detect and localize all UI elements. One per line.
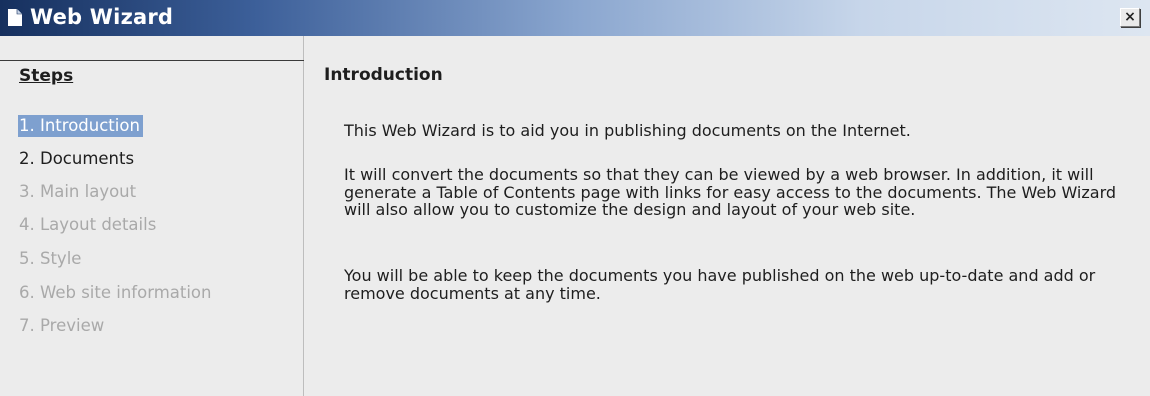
close-button[interactable]: × [1120,8,1140,27]
intro-paragraph: This Web Wizard is to aid you in publish… [344,121,911,140]
step-web-site-information[interactable]: 6. Web site information [19,282,211,304]
step-main-layout[interactable]: 3. Main layout [19,181,136,203]
step-documents[interactable]: 2. Documents [19,148,134,170]
close-icon: × [1124,9,1136,25]
page-title: Introduction [324,65,443,85]
steps-heading: Steps [19,66,74,86]
window-title: Web Wizard [30,5,174,29]
step-preview[interactable]: 7. Preview [19,315,104,337]
title-bar[interactable]: Web Wizard × [0,0,1150,36]
step-style[interactable]: 5. Style [19,248,81,270]
maintain-paragraph: You will be able to keep the documents y… [344,266,1096,303]
step-introduction[interactable]: 1. Introduction [18,115,143,137]
web-wizard-window: Web Wizard × Steps 1. Introduction 2. Do… [0,0,1150,396]
document-icon [8,9,22,26]
convert-paragraph: It will convert the documents so that th… [344,165,1117,219]
steps-divider [0,60,304,61]
step-layout-details[interactable]: 4. Layout details [19,214,156,236]
